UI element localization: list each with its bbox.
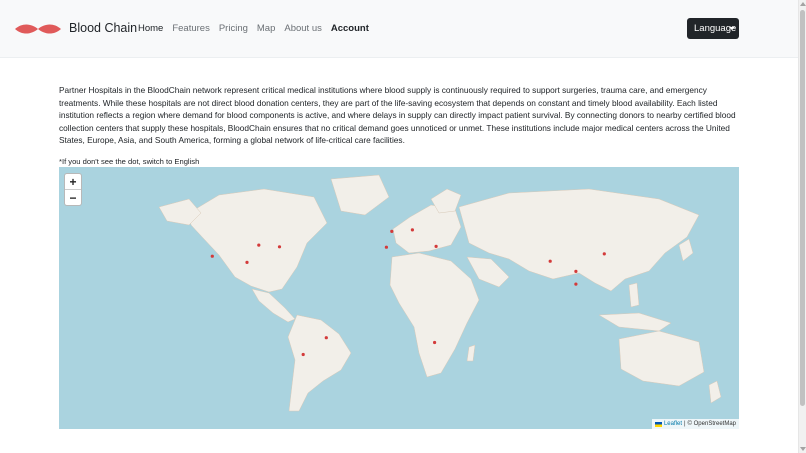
landmass-central-america bbox=[251, 288, 296, 323]
landmass-arabia bbox=[466, 256, 510, 288]
zoom-control: + − bbox=[64, 173, 82, 206]
hospital-marker[interactable] bbox=[574, 282, 578, 286]
intro-paragraph: Partner Hospitals in the BloodChain netw… bbox=[59, 85, 736, 146]
scroll-down-arrow-icon[interactable] bbox=[800, 447, 806, 451]
zoom-out-button[interactable]: − bbox=[65, 190, 81, 206]
brand-name[interactable]: Blood Chain bbox=[69, 21, 137, 35]
map-tiles bbox=[158, 174, 722, 412]
landmass-indonesia bbox=[598, 312, 672, 332]
hospital-marker[interactable] bbox=[245, 260, 249, 264]
nav-menu: Home Features Pricing Map About us Accou… bbox=[138, 23, 378, 34]
landmass-philippines bbox=[628, 282, 640, 308]
landmass-madagascar bbox=[466, 344, 476, 362]
hospital-marker[interactable] bbox=[257, 243, 261, 247]
attribution-separator: | bbox=[683, 421, 686, 427]
landmass-japan bbox=[678, 238, 694, 262]
nav-features[interactable]: Features bbox=[172, 23, 210, 34]
scrollbar-thumb[interactable] bbox=[800, 10, 805, 406]
map-attribution: Leaflet | © OpenStreetMap bbox=[651, 419, 739, 429]
osm-attribution[interactable]: © OpenStreetMap bbox=[688, 421, 736, 427]
zoom-in-button[interactable]: + bbox=[65, 174, 81, 190]
language-dropdown-button[interactable]: Language bbox=[687, 18, 739, 39]
hospital-marker[interactable] bbox=[548, 259, 552, 263]
hospital-marker[interactable] bbox=[390, 229, 394, 233]
world-map[interactable]: + − Leaflet | © OpenStreetMap bbox=[59, 167, 739, 429]
nav-account[interactable]: Account bbox=[331, 23, 369, 34]
landmass-south-america bbox=[287, 314, 352, 412]
caret-down-icon bbox=[729, 27, 735, 30]
hospital-marker[interactable] bbox=[384, 245, 388, 249]
landmass-africa bbox=[389, 252, 480, 378]
map-note: *If you don't see the dot, switch to Eng… bbox=[59, 157, 200, 166]
landmass-new-zealand bbox=[708, 380, 722, 404]
hospital-marker[interactable] bbox=[301, 352, 305, 357]
nav-map[interactable]: Map bbox=[257, 23, 275, 34]
landmass-greenland bbox=[330, 174, 390, 216]
nav-home[interactable]: Home bbox=[138, 23, 163, 34]
blood-drop-logo-icon[interactable] bbox=[14, 23, 62, 35]
hospital-marker[interactable] bbox=[210, 254, 214, 258]
landmass-australia bbox=[618, 330, 705, 387]
hospital-marker[interactable] bbox=[602, 252, 606, 256]
page-scrollbar[interactable] bbox=[798, 0, 806, 453]
hospital-marker[interactable] bbox=[277, 245, 282, 249]
hospital-marker[interactable] bbox=[434, 244, 438, 248]
navbar: Blood Chain Home Features Pricing Map Ab… bbox=[0, 0, 798, 58]
hospital-marker[interactable] bbox=[324, 336, 328, 340]
leaflet-link[interactable]: Leaflet bbox=[664, 421, 682, 427]
hospital-marker[interactable] bbox=[574, 269, 578, 273]
nav-pricing[interactable]: Pricing bbox=[219, 23, 248, 34]
scroll-up-arrow-icon[interactable] bbox=[800, 2, 806, 6]
landmass-north-america bbox=[188, 188, 328, 293]
nav-about[interactable]: About us bbox=[284, 23, 322, 34]
ukraine-flag-icon bbox=[654, 421, 662, 427]
hospital-marker[interactable] bbox=[410, 228, 414, 232]
landmass-europe bbox=[392, 204, 462, 254]
hospital-marker[interactable] bbox=[433, 340, 437, 345]
